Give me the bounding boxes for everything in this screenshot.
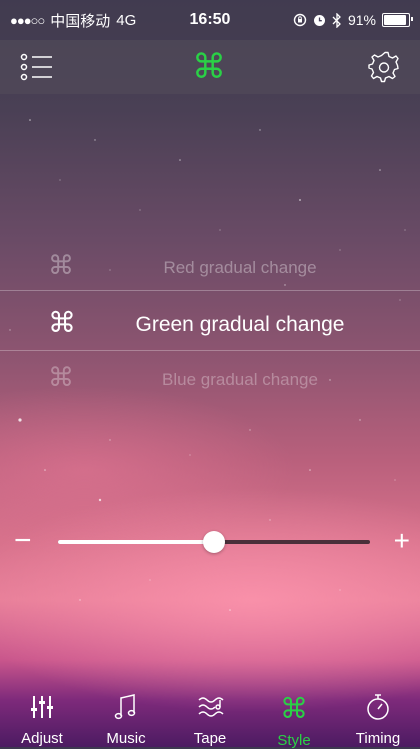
menu-button[interactable]	[20, 52, 60, 82]
status-bar: ●●●○○ 中国移动 4G 16:50 91%	[0, 0, 420, 40]
picker-option-label: Blue gradual change	[162, 370, 318, 389]
tab-adjust[interactable]: Adjust	[0, 692, 84, 747]
tape-icon	[196, 692, 224, 722]
slider-decrease-button[interactable]: −	[14, 524, 32, 558]
command-icon: ⌘	[280, 692, 308, 724]
picker-divider-bottom	[0, 350, 420, 351]
picker-option-blue[interactable]: ⌘ Blue gradual change	[0, 360, 420, 400]
bluetooth-icon	[332, 12, 341, 28]
stopwatch-icon	[365, 692, 391, 722]
rotation-lock-icon	[293, 13, 307, 27]
sliders-icon	[29, 692, 55, 722]
battery-percent: 91%	[347, 12, 376, 28]
tab-label: Timing	[355, 730, 401, 747]
picker-option-label: Green gradual change	[135, 313, 345, 336]
tab-label: Adjust	[21, 730, 63, 747]
bottom-tab-bar: Adjust Music Tape ⌘ Style Timing	[0, 692, 420, 749]
picker-option-red[interactable]: ⌘ Red gradual change	[0, 248, 420, 288]
picker-divider-top	[0, 290, 420, 291]
tab-label: Tape	[193, 730, 227, 747]
settings-button[interactable]	[368, 50, 402, 84]
picker-option-green-selected[interactable]: ⌘ Green gradual change	[0, 300, 420, 348]
music-note-icon	[114, 692, 138, 722]
slider-increase-button[interactable]: +	[394, 524, 410, 558]
tab-label: Music	[106, 730, 146, 747]
slider-fill	[58, 540, 214, 544]
tab-style[interactable]: ⌘ Style	[252, 692, 336, 749]
battery-icon	[382, 13, 413, 27]
status-right: 91%	[293, 12, 413, 28]
alarm-icon	[313, 14, 325, 26]
tab-label: Style	[277, 732, 311, 749]
picker-option-label: Red gradual change	[163, 258, 317, 277]
slider-thumb[interactable]	[203, 531, 225, 553]
top-nav-bar: ⌘	[0, 40, 420, 94]
gear-icon	[368, 51, 399, 83]
tab-tape[interactable]: Tape	[168, 692, 252, 747]
speed-slider: − +	[0, 522, 420, 562]
battery-fill	[384, 15, 406, 25]
command-icon: ⌘	[192, 48, 226, 86]
menu-list-icon	[20, 53, 52, 81]
tab-timing[interactable]: Timing	[336, 692, 420, 747]
slider-track[interactable]	[58, 531, 370, 553]
tab-style-glyph: ⌘	[280, 692, 308, 724]
tab-music[interactable]: Music	[84, 692, 168, 747]
